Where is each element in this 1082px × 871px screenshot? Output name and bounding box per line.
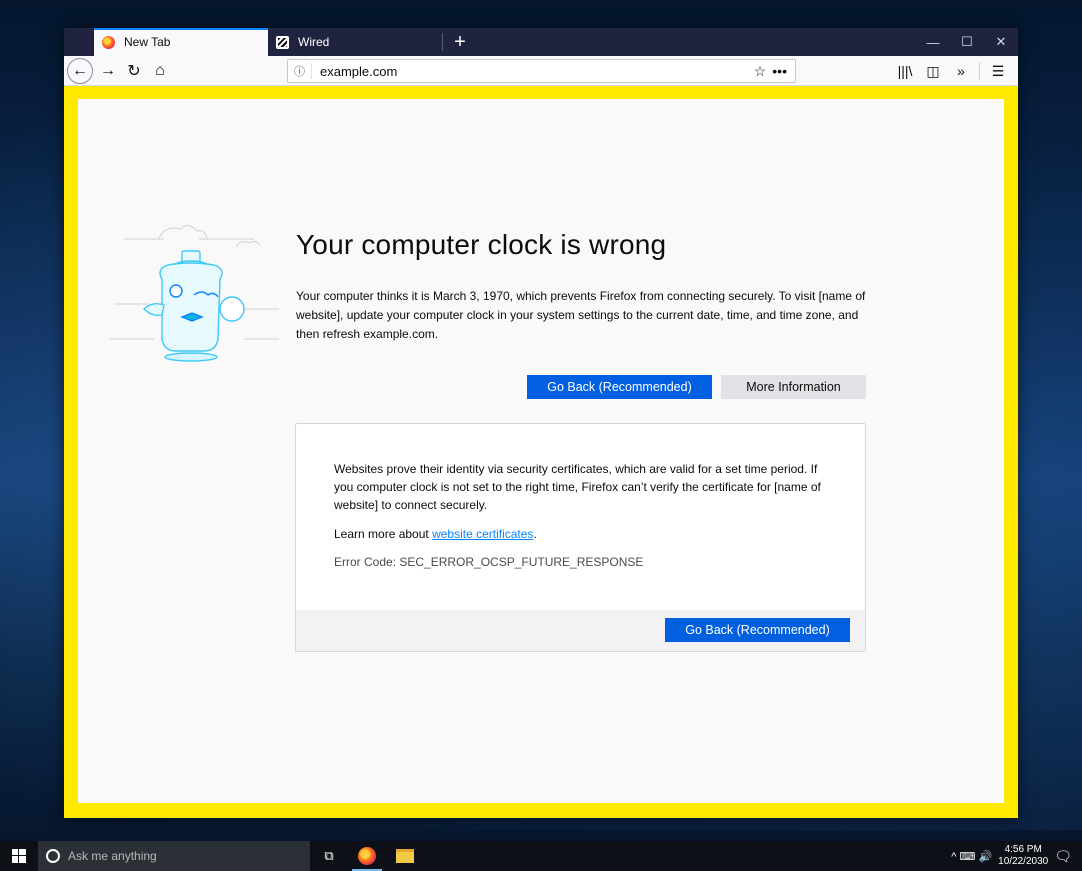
advanced-footer: Go Back (Recommended) (296, 610, 865, 651)
taskbar-firefox-icon[interactable] (348, 841, 386, 871)
close-button[interactable]: ✕ (984, 28, 1018, 56)
error-code: Error Code: SEC_ERROR_OCSP_FUTURE_RESPON… (334, 555, 644, 569)
error-description: Your computer thinks it is March 3, 1970… (296, 289, 866, 341)
tab-label: New Tab (124, 35, 171, 49)
tab-wired[interactable]: Wired (268, 28, 442, 56)
new-tab-button[interactable]: + (443, 28, 477, 56)
error-page: Your computer clock is wrong Your comput… (78, 99, 1004, 803)
clock-date: 10/22/2030 (998, 856, 1049, 867)
clock[interactable]: 4:56 PM 10/22/2030 (998, 844, 1048, 868)
learn-more-prefix: Learn more about (334, 527, 433, 541)
sidebar-icon[interactable]: ◫ (919, 58, 947, 84)
notifications-icon[interactable]: 🗨 (1054, 848, 1072, 865)
cortana-search[interactable]: Ask me anything (38, 841, 310, 871)
advanced-go-back-button[interactable]: Go Back (Recommended) (665, 618, 850, 642)
windows-icon (12, 849, 26, 863)
toolbar-right: |||\ ◫ » ☰ (891, 58, 1012, 84)
taskbar: Ask me anything ⧉ ^ ⌨ 🔊 4:56 PM 10/22/20… (0, 841, 1082, 871)
menu-icon[interactable]: ☰ (984, 58, 1012, 84)
bookmark-star-icon[interactable]: ☆ (754, 63, 767, 80)
maximize-button[interactable]: ☐ (950, 28, 984, 56)
forward-button[interactable]: → (95, 58, 121, 84)
advanced-panel: Websites prove their identity via securi… (295, 423, 866, 652)
tray-icons[interactable]: ^ ⌨ 🔊 (951, 850, 992, 863)
tab-new-tab[interactable]: New Tab (94, 28, 268, 56)
page-title: Your computer clock is wrong (296, 229, 667, 260)
firefox-icon (102, 36, 115, 49)
nav-bar: ← → ↻ ⌂ ⓘ example.com ☆ ••• |||\ ◫ » ☰ (64, 56, 1018, 86)
search-placeholder: Ask me anything (68, 849, 157, 863)
highlight-frame: Your computer clock is wrong Your comput… (64, 86, 1018, 818)
go-back-button[interactable]: Go Back (Recommended) (527, 375, 712, 399)
minimize-button[interactable]: — (916, 28, 950, 56)
file-explorer-icon[interactable] (386, 841, 424, 871)
start-button[interactable] (0, 841, 38, 871)
system-tray: ^ ⌨ 🔊 4:56 PM 10/22/2030 🗨 (951, 844, 1082, 868)
library-icon[interactable]: |||\ (891, 58, 919, 84)
clock-time: 4:56 PM (1004, 844, 1042, 855)
back-button[interactable]: ← (67, 57, 93, 84)
toolbar-separator (979, 62, 980, 80)
reload-button[interactable]: ↻ (121, 58, 147, 84)
url-bar[interactable]: ⓘ example.com ☆ ••• (287, 59, 796, 83)
page-actions-icon[interactable]: ••• (772, 63, 787, 80)
url-text[interactable]: example.com (312, 64, 397, 79)
overflow-icon[interactable]: » (947, 58, 975, 84)
website-certificates-link[interactable]: website certificates (432, 527, 533, 541)
learn-more-suffix: . (533, 527, 537, 541)
advanced-description: Websites prove their identity via securi… (334, 462, 821, 512)
wired-icon (276, 36, 289, 49)
clock-mascot-illustration (109, 224, 279, 362)
home-button[interactable]: ⌂ (147, 58, 173, 84)
learn-more-text: Learn more about website certificates. (334, 527, 537, 541)
url-actions: ☆ ••• (754, 63, 795, 80)
window-controls: — ☐ ✕ (916, 28, 1018, 56)
tab-label: Wired (298, 35, 330, 49)
more-information-button[interactable]: More Information (721, 375, 866, 399)
info-icon[interactable]: ⓘ (288, 63, 312, 79)
browser-window: New Tab Wired + — ☐ ✕ ← → ↻ ⌂ ⓘ example.… (64, 28, 1018, 818)
tab-bar: New Tab Wired + — ☐ ✕ (64, 28, 1018, 56)
cortana-icon (46, 849, 60, 863)
task-view-icon[interactable]: ⧉ (310, 841, 348, 871)
